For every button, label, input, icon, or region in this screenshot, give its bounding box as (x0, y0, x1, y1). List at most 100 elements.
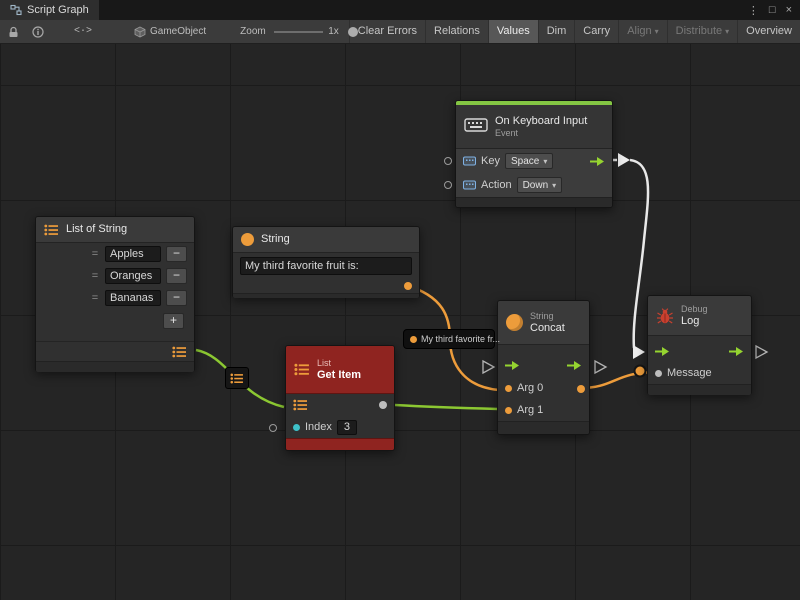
tab-title: Script Graph (27, 4, 89, 16)
list-item-row: = Bananas − (36, 287, 194, 309)
node-concat[interactable]: String Concat Arg 0 Arg 1 (497, 300, 590, 435)
keyboard-icon (464, 118, 488, 135)
node-footer (648, 384, 751, 395)
zoom-slider[interactable] (274, 26, 323, 38)
index-label: Index (305, 421, 332, 433)
carry-button[interactable]: Carry (574, 20, 618, 44)
list-icon (230, 373, 244, 384)
info-icon[interactable] (32, 26, 44, 38)
maximize-icon[interactable]: □ (769, 4, 776, 16)
item-output-port[interactable] (379, 401, 387, 409)
item-field-2[interactable]: Bananas (105, 290, 161, 306)
inspect-code-icon[interactable]: <·> (74, 26, 92, 37)
zoom-slider-knob[interactable] (348, 27, 358, 37)
control-output-port[interactable] (729, 346, 744, 357)
key-dropdown[interactable]: Space▾ (505, 153, 553, 169)
remove-item-button[interactable]: − (166, 290, 187, 306)
node-title: On Keyboard Input (495, 115, 587, 128)
message-input-port[interactable] (655, 370, 662, 377)
node-title: List of String (66, 223, 127, 236)
arg1-input-port[interactable] (505, 407, 512, 414)
concat-result-port[interactable] (577, 385, 585, 393)
node-header: String (233, 227, 419, 253)
list-output-port[interactable] (172, 346, 187, 358)
arg0-label: Arg 0 (517, 382, 543, 394)
close-icon[interactable]: × (786, 4, 792, 16)
key-input-port[interactable] (444, 157, 452, 165)
menu-icon[interactable]: ⋮ (748, 4, 759, 17)
action-dropdown[interactable]: Down▾ (517, 177, 563, 193)
script-graph-icon (10, 4, 22, 16)
list-input-port[interactable] (293, 399, 308, 411)
remove-item-button[interactable]: − (166, 268, 187, 284)
node-on-keyboard-input[interactable]: On Keyboard Input Event Key Space▾ Ac (455, 100, 613, 208)
lock-icon[interactable] (8, 26, 19, 38)
index-unconnected-port[interactable] (269, 424, 277, 432)
relation-triangle-concat-left (483, 361, 494, 373)
string-value-bubble: My third favorite fr... (403, 329, 495, 349)
graph-canvas[interactable]: On Keyboard Input Event Key Space▾ Ac (0, 44, 800, 600)
node-title: Get Item (317, 369, 361, 382)
item-field-0[interactable]: Apples (105, 246, 161, 262)
arg0-input-port[interactable] (505, 385, 512, 392)
node-footer (498, 421, 589, 434)
gameobject-selector[interactable]: GameObject (134, 26, 206, 38)
values-button[interactable]: Values (488, 20, 538, 44)
string-value-row: My third favorite fruit is: (233, 253, 419, 279)
node-title: String (261, 233, 290, 246)
wire-control-keyboard-to-log[interactable] (630, 160, 648, 348)
tab-script-graph[interactable]: Script Graph (0, 0, 99, 20)
action-label: Action (481, 179, 512, 191)
zoom-slider-track[interactable] (274, 31, 323, 33)
node-title: Concat (530, 322, 565, 335)
action-input-port[interactable] (444, 181, 452, 189)
arg0-row: Arg 0 (498, 377, 589, 399)
align-button[interactable]: Align▾ (618, 20, 666, 44)
item-field-1[interactable]: Oranges (105, 268, 161, 284)
control-output-port[interactable] (590, 156, 605, 167)
string-preview-text: My third favorite fr... (421, 334, 500, 344)
wire-getitem-to-concat[interactable] (395, 405, 498, 409)
value-dot-icon (410, 336, 417, 343)
titlebar: Script Graph ⋮ □ × (0, 0, 800, 20)
graph-toolbar: <·> GameObject Zoom 1x Clear Errors Rela… (0, 20, 800, 44)
wire-concat-to-log[interactable] (581, 372, 656, 388)
node-debug-log[interactable]: Debug Log Message (647, 295, 752, 395)
index-input-port[interactable] (293, 424, 300, 431)
arg1-label: Arg 1 (517, 404, 543, 416)
index-field[interactable]: 3 (337, 420, 357, 435)
node-footer (233, 293, 419, 298)
zoom-label: Zoom (240, 26, 266, 37)
node-get-item[interactable]: List Get Item Index 3 (285, 345, 395, 451)
remove-item-button[interactable]: − (166, 246, 187, 262)
node-header: String Concat (498, 301, 589, 345)
relation-triangle-log-right (756, 346, 767, 358)
message-label: Message (667, 367, 712, 379)
node-subtitle: Event (495, 128, 587, 139)
control-output-port[interactable] (567, 360, 582, 371)
node-category: Debug (681, 304, 708, 315)
clear-errors-button[interactable]: Clear Errors (349, 20, 425, 44)
control-row (498, 353, 589, 377)
drag-handle[interactable]: = (90, 292, 100, 304)
dim-button[interactable]: Dim (538, 20, 575, 44)
string-output-port[interactable] (404, 282, 412, 290)
string-value-field[interactable]: My third favorite fruit is: (240, 257, 412, 275)
arg1-row: Arg 1 (498, 399, 589, 421)
list-input-row (286, 394, 394, 416)
relations-button[interactable]: Relations (425, 20, 488, 44)
distribute-button[interactable]: Distribute▾ (667, 20, 737, 44)
node-string-literal[interactable]: String My third favorite fruit is: (232, 226, 420, 298)
action-port-icon (463, 180, 476, 190)
drag-handle[interactable]: = (90, 248, 100, 260)
overview-button[interactable]: Overview (737, 20, 800, 44)
node-category: String (530, 311, 565, 322)
control-input-port[interactable] (505, 360, 520, 371)
drag-handle[interactable]: = (90, 270, 100, 282)
node-header-error: List Get Item (286, 346, 394, 394)
add-item-button[interactable]: + (163, 313, 184, 329)
zoom-value: 1x (328, 26, 339, 37)
node-list-of-string[interactable]: List of String = Apples − = Oranges − = … (35, 216, 195, 372)
control-input-port[interactable] (655, 346, 670, 357)
list-item-row: = Apples − (36, 243, 194, 265)
